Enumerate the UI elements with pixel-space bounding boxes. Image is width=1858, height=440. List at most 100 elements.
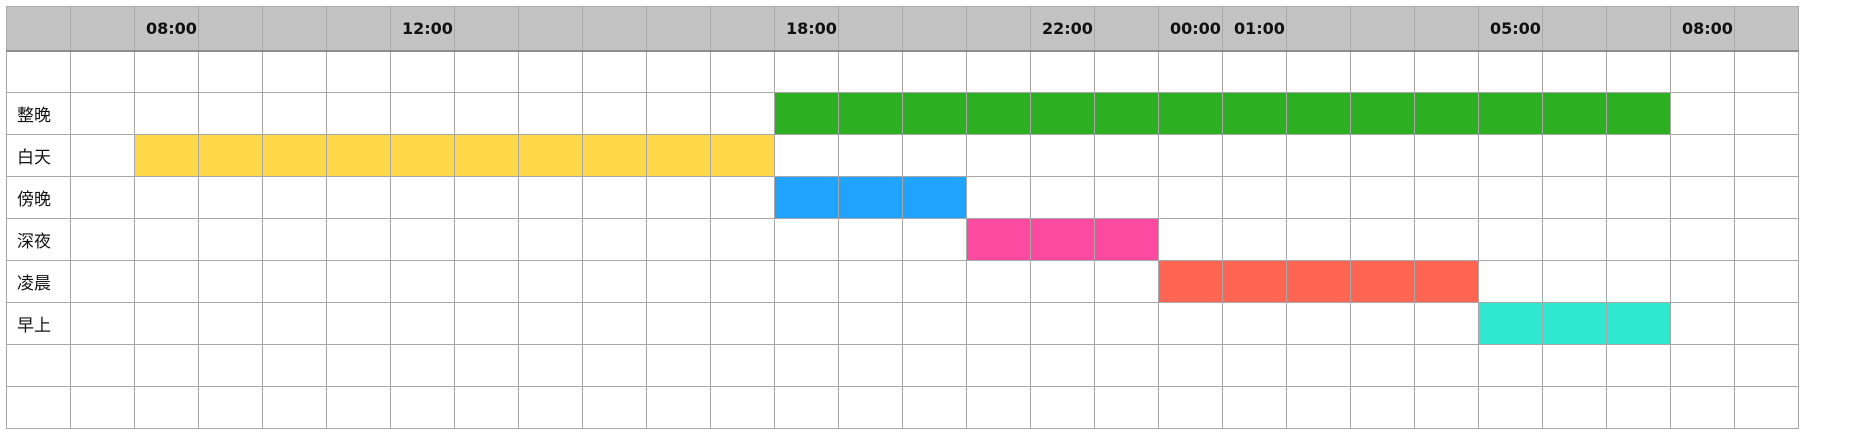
empty-cell[interactable] — [710, 344, 775, 387]
empty-cell[interactable] — [1606, 344, 1671, 387]
empty-cell[interactable] — [454, 344, 519, 387]
schedule-bar-cell[interactable] — [1222, 260, 1287, 303]
empty-cell[interactable] — [1286, 344, 1351, 387]
empty-cell[interactable] — [70, 260, 135, 303]
empty-cell[interactable] — [1286, 218, 1351, 261]
empty-cell[interactable] — [1670, 134, 1735, 177]
empty-cell[interactable] — [1542, 134, 1607, 177]
empty-cell[interactable] — [582, 386, 647, 429]
empty-cell[interactable] — [1414, 386, 1479, 429]
schedule-bar-cell[interactable] — [582, 134, 647, 177]
header-cell[interactable] — [1094, 6, 1159, 52]
empty-cell[interactable] — [198, 260, 263, 303]
schedule-bar-cell[interactable] — [326, 134, 391, 177]
empty-cell[interactable] — [710, 260, 775, 303]
empty-cell[interactable] — [518, 218, 583, 261]
empty-cell[interactable] — [70, 218, 135, 261]
empty-cell[interactable] — [70, 92, 135, 135]
empty-cell[interactable] — [902, 134, 967, 177]
schedule-bar-cell[interactable] — [198, 134, 263, 177]
empty-cell[interactable] — [1734, 344, 1799, 387]
empty-cell[interactable] — [198, 386, 263, 429]
empty-cell[interactable] — [326, 176, 391, 219]
empty-cell[interactable] — [518, 302, 583, 345]
empty-cell[interactable] — [1094, 176, 1159, 219]
empty-cell[interactable] — [70, 176, 135, 219]
schedule-bar-cell[interactable] — [1094, 218, 1159, 261]
row-label[interactable]: 傍晚 — [6, 176, 71, 219]
header-cell[interactable] — [1414, 6, 1479, 52]
empty-cell[interactable] — [1478, 218, 1543, 261]
empty-cell[interactable] — [1478, 176, 1543, 219]
header-cell[interactable]: 08:00 — [134, 6, 199, 52]
empty-cell[interactable] — [70, 302, 135, 345]
empty-cell[interactable] — [1414, 176, 1479, 219]
empty-cell[interactable] — [1606, 386, 1671, 429]
empty-cell[interactable] — [1734, 260, 1799, 303]
empty-cell[interactable] — [1350, 134, 1415, 177]
schedule-bar-cell[interactable] — [1286, 92, 1351, 135]
schedule-bar-cell[interactable] — [1414, 260, 1479, 303]
empty-cell[interactable] — [198, 92, 263, 135]
header-cell[interactable]: 01:00 — [1222, 6, 1287, 52]
empty-cell[interactable] — [966, 344, 1031, 387]
empty-cell[interactable] — [1542, 260, 1607, 303]
empty-cell[interactable] — [1030, 344, 1095, 387]
empty-cell[interactable] — [1286, 302, 1351, 345]
empty-cell[interactable] — [1286, 386, 1351, 429]
empty-cell[interactable] — [518, 344, 583, 387]
empty-cell[interactable] — [966, 386, 1031, 429]
empty-cell[interactable] — [710, 302, 775, 345]
empty-cell[interactable] — [1222, 344, 1287, 387]
schedule-bar-cell[interactable] — [710, 134, 775, 177]
header-cell[interactable] — [262, 6, 327, 52]
empty-cell[interactable] — [966, 134, 1031, 177]
empty-cell[interactable] — [454, 218, 519, 261]
empty-cell[interactable] — [838, 260, 903, 303]
empty-cell[interactable] — [1734, 134, 1799, 177]
empty-cell[interactable] — [710, 50, 775, 93]
empty-cell[interactable] — [198, 218, 263, 261]
empty-cell[interactable] — [70, 344, 135, 387]
empty-cell[interactable] — [1414, 302, 1479, 345]
empty-cell[interactable] — [1478, 134, 1543, 177]
empty-cell[interactable] — [1606, 176, 1671, 219]
header-cell[interactable] — [1606, 6, 1671, 52]
header-cell[interactable] — [710, 6, 775, 52]
empty-cell[interactable] — [70, 50, 135, 93]
empty-cell[interactable] — [134, 386, 199, 429]
empty-cell[interactable] — [1158, 386, 1223, 429]
empty-cell[interactable] — [1286, 176, 1351, 219]
empty-cell[interactable] — [326, 386, 391, 429]
empty-cell[interactable] — [1222, 302, 1287, 345]
empty-cell[interactable] — [582, 302, 647, 345]
empty-cell[interactable] — [1350, 176, 1415, 219]
empty-cell[interactable] — [1030, 176, 1095, 219]
schedule-bar-cell[interactable] — [1030, 92, 1095, 135]
empty-cell[interactable] — [326, 50, 391, 93]
schedule-bar-cell[interactable] — [454, 134, 519, 177]
empty-cell[interactable] — [390, 92, 455, 135]
empty-cell[interactable] — [1670, 260, 1735, 303]
empty-cell[interactable] — [1286, 50, 1351, 93]
empty-cell[interactable] — [1094, 302, 1159, 345]
empty-cell[interactable] — [454, 386, 519, 429]
empty-cell[interactable] — [326, 344, 391, 387]
empty-cell[interactable] — [198, 176, 263, 219]
empty-cell[interactable] — [646, 50, 711, 93]
empty-cell[interactable] — [1734, 386, 1799, 429]
schedule-bar-cell[interactable] — [1158, 92, 1223, 135]
empty-cell[interactable] — [1158, 50, 1223, 93]
empty-cell[interactable] — [1286, 134, 1351, 177]
empty-cell[interactable] — [582, 92, 647, 135]
empty-cell[interactable] — [1478, 260, 1543, 303]
empty-cell[interactable] — [518, 92, 583, 135]
empty-cell[interactable] — [902, 344, 967, 387]
empty-cell[interactable] — [518, 50, 583, 93]
empty-cell[interactable] — [1222, 176, 1287, 219]
empty-cell[interactable] — [134, 218, 199, 261]
header-cell[interactable] — [1734, 6, 1799, 52]
empty-cell[interactable] — [1414, 218, 1479, 261]
empty-cell[interactable] — [1094, 260, 1159, 303]
empty-cell[interactable] — [134, 50, 199, 93]
